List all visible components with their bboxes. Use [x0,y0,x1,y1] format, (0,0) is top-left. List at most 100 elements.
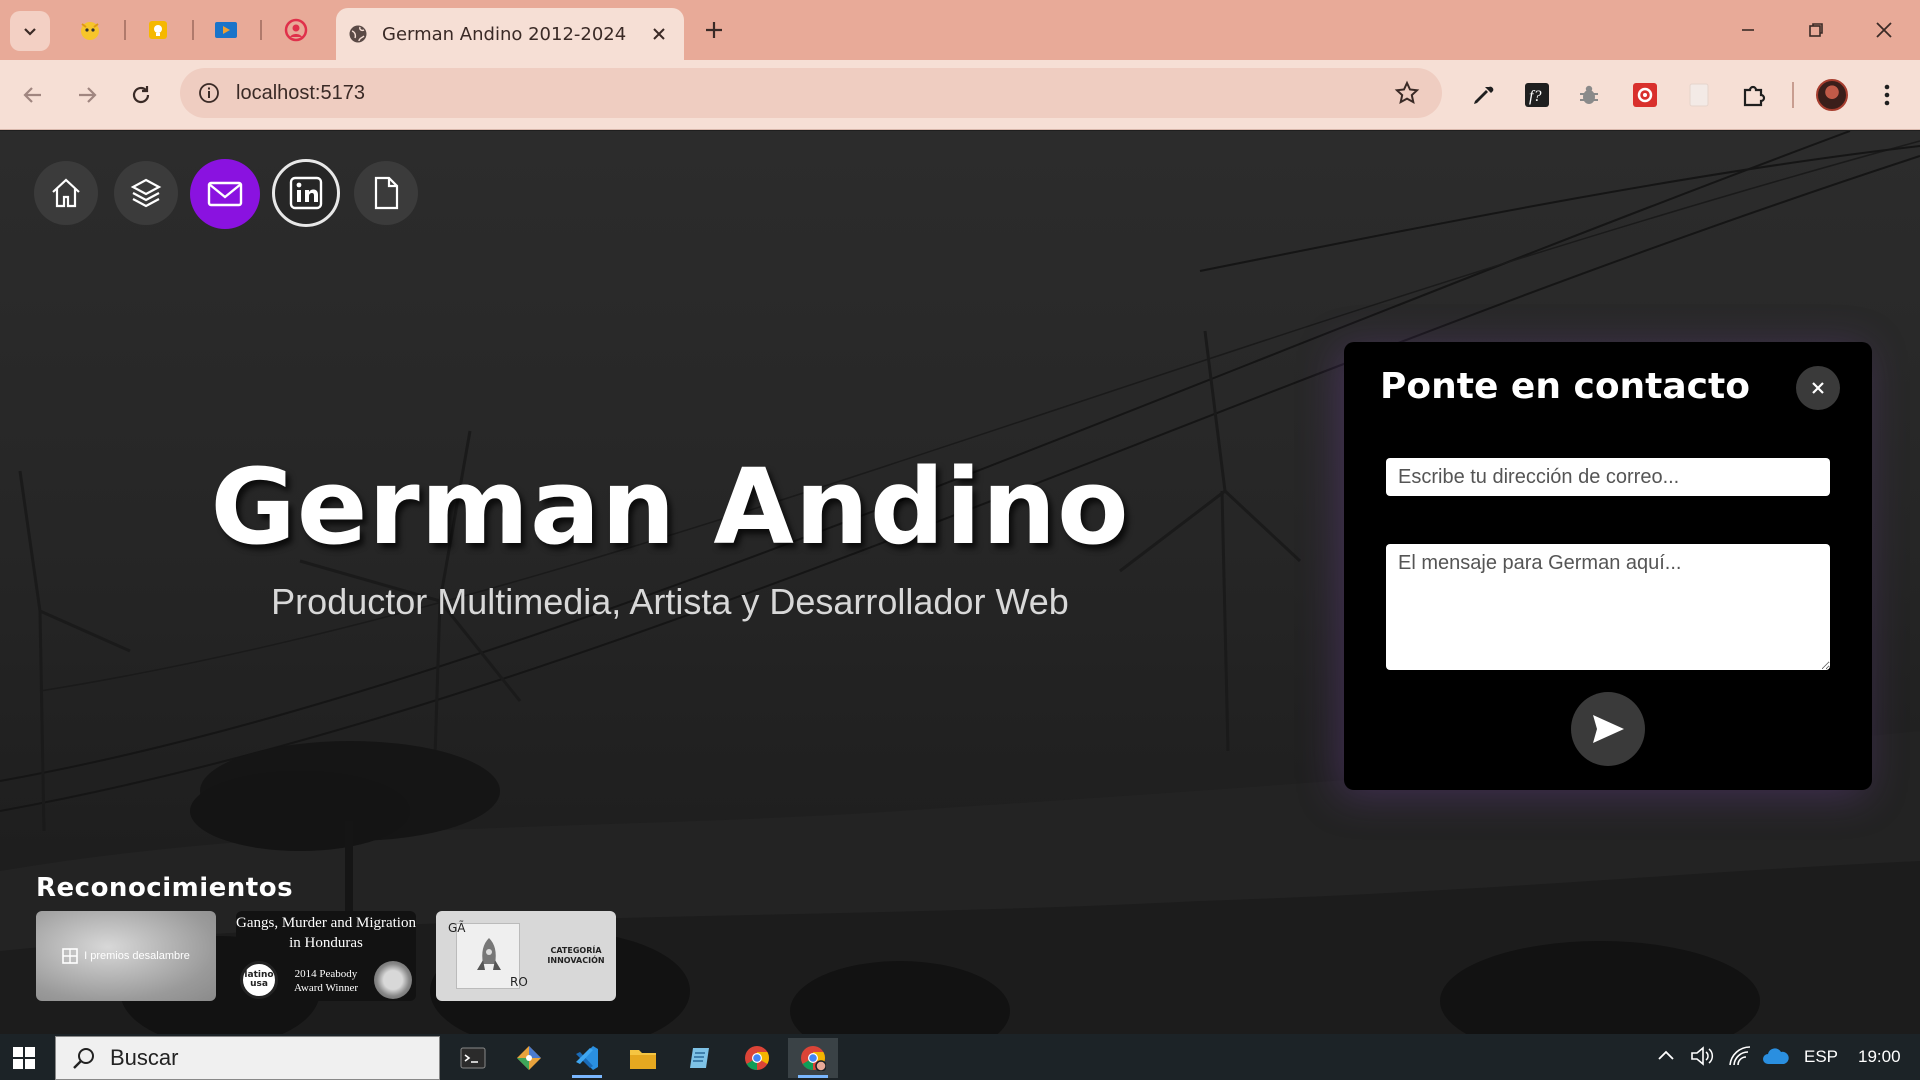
contact-panel: Ponte en contacto [1344,342,1872,790]
forward-button[interactable] [68,76,106,114]
browser-menu-button[interactable] [1870,78,1904,112]
tray-overflow-button[interactable] [1656,1046,1676,1071]
tab-separator [260,20,262,40]
taskbar-file-explorer[interactable] [618,1038,668,1078]
speaker-icon [1691,1046,1714,1066]
send-arrow-icon [1593,715,1624,743]
nav-linkedin-button[interactable] [272,159,340,227]
tray-onedrive[interactable] [1762,1046,1790,1071]
message-textarea[interactable] [1386,544,1830,670]
award-label: I premios desalambre [84,950,190,962]
taskbar-git[interactable] [504,1038,554,1078]
email-input[interactable] [1386,458,1830,496]
restore-icon [1809,23,1823,37]
tab-separator [124,20,126,40]
font-f-icon: f? [1525,83,1549,107]
pinned-tab-1[interactable] [74,14,106,46]
award-bottom-letters: RO [510,975,528,989]
layers-icon [130,178,162,208]
tab-search-button[interactable] [10,11,50,51]
award-caption: 2014 Peabody Award Winner [293,968,359,994]
pinned-tab-3[interactable] [210,14,242,46]
minimize-button[interactable] [1726,10,1770,50]
linkedin-icon [289,176,323,210]
address-bar[interactable]: localhost:5173 [180,68,1442,118]
close-icon [1812,382,1824,394]
document-icon [374,176,399,210]
tab-active[interactable]: German Andino 2012-2024 [336,8,684,60]
arrow-right-icon [79,87,97,103]
award-peabody[interactable]: Gangs, Murder and Migration in Honduras … [236,911,416,1001]
folder-icon [630,1050,656,1069]
desalambre-logo-icon [62,948,78,964]
extension-bug[interactable] [1572,78,1606,112]
award-innovacion[interactable]: GÃ RO CATEGORÍA INNOVACIÓN [436,911,616,1001]
chevron-down-icon [24,28,36,36]
yellow-note-icon [149,21,167,39]
taskbar-chrome-profile[interactable] [788,1038,838,1078]
nav-projects-button[interactable] [114,161,178,225]
cat-face-icon [81,22,99,40]
profile-avatar[interactable] [1816,79,1848,111]
nav-contact-button[interactable] [190,159,260,229]
extension-red[interactable] [1628,78,1662,112]
tray-network[interactable] [1728,1045,1752,1072]
reload-icon [132,86,150,104]
contact-close-button[interactable] [1796,366,1840,410]
awards-heading: Reconocimientos [36,873,294,903]
windows-logo-icon [13,1047,35,1069]
red-puzzle-icon [1633,83,1657,107]
tray-language[interactable]: ESP [1804,1047,1838,1067]
extensions-menu-button[interactable] [1736,78,1770,112]
search-icon [73,1048,94,1069]
nav-home-button[interactable] [34,161,98,225]
site-info-icon[interactable] [198,82,220,104]
taskbar-search[interactable]: Buscar [55,1036,440,1080]
home-icon [52,178,80,208]
start-button[interactable] [12,1046,36,1074]
contact-title: Ponte en contacto [1380,366,1750,407]
portfolio-page: German Andino Productor Multimedia, Arti… [0,131,1920,1034]
chrome-icon [745,1046,769,1070]
browser-toolbar: localhost:5173 f? [0,60,1920,130]
bug-icon [1580,85,1598,104]
globe-icon [349,25,367,43]
award-title: Gangs, Murder and Migration in Honduras [236,915,416,951]
terminal-icon [460,1047,486,1069]
url-text[interactable]: localhost:5173 [236,82,365,105]
new-tab-button[interactable] [698,12,730,48]
tab-separator [192,20,194,40]
back-button[interactable] [14,76,52,114]
extension-font[interactable]: f? [1520,78,1554,112]
running-indicator [572,1075,602,1078]
blank-extension-icon [1689,83,1709,107]
award-category: CATEGORÍA INNOVACIÓN [547,946,605,965]
extension-blank[interactable] [1682,78,1716,112]
extension-eyedropper[interactable] [1466,78,1500,112]
pinned-tab-4[interactable] [280,14,312,46]
minimize-icon [1742,29,1754,31]
latino-usa-logo: latino usa [240,961,278,999]
reload-button[interactable] [122,76,160,114]
taskbar-chrome[interactable] [732,1038,782,1078]
taskbar-notepad[interactable] [676,1038,726,1078]
taskbar-terminal[interactable] [448,1038,498,1078]
close-window-button[interactable] [1862,10,1906,50]
pinned-tab-2[interactable] [142,14,174,46]
nav-resume-button[interactable] [354,161,418,225]
seal-text: latino usa [244,970,274,989]
kebab-menu-icon [1884,84,1890,106]
send-button[interactable] [1571,692,1645,766]
svg-text:f?: f? [1529,88,1541,105]
tray-clock[interactable]: 19:00 [1858,1047,1901,1067]
wifi-icon [1729,1046,1751,1066]
tray-volume[interactable] [1690,1045,1714,1072]
taskbar-vscode[interactable] [562,1038,612,1078]
toolbar-separator [1792,82,1794,108]
eyedropper-icon [1474,86,1494,104]
award-desalambre[interactable]: I premios desalambre [36,911,216,1001]
taskbar-search-placeholder: Buscar [110,1045,179,1070]
tab-close-button[interactable] [646,21,672,47]
restore-button[interactable] [1794,10,1838,50]
bookmark-star-icon[interactable] [1394,80,1420,106]
